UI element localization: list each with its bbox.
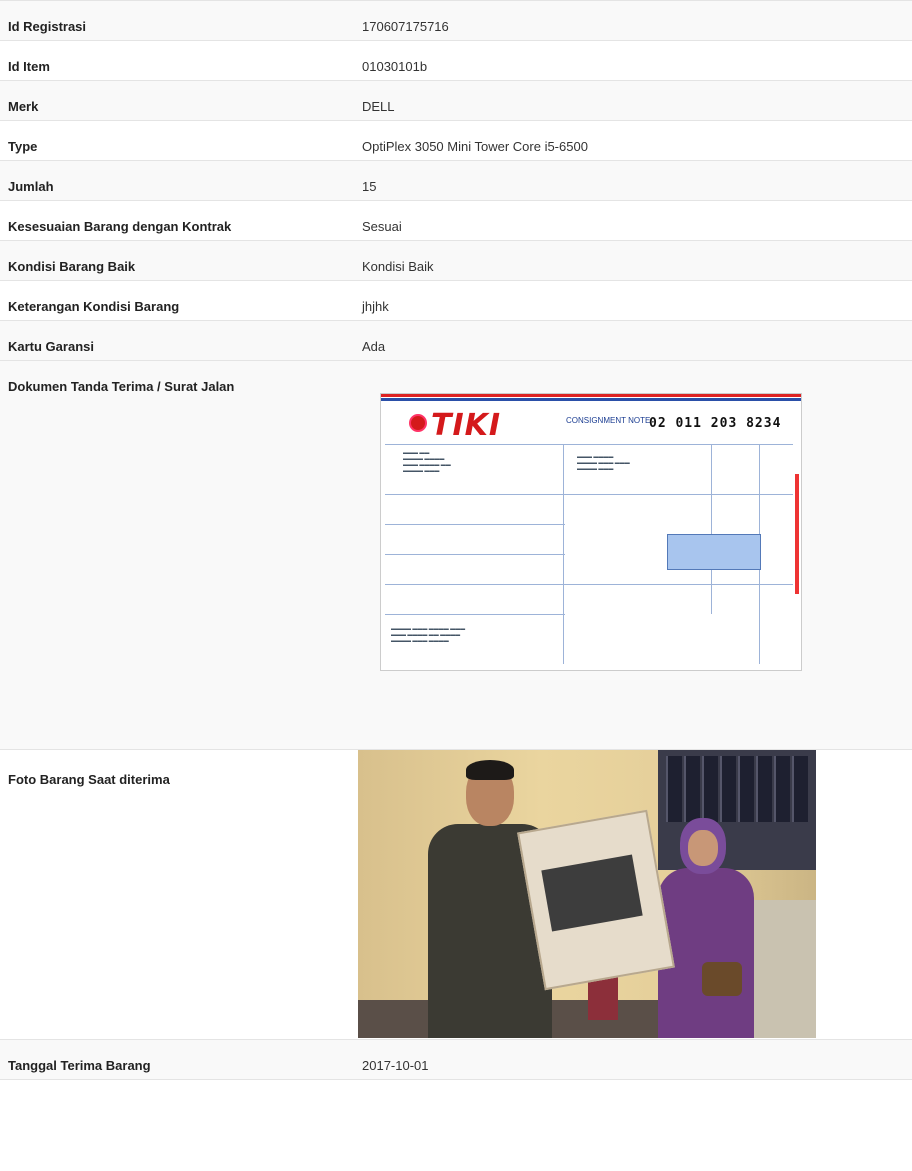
field-label-foto: Foto Barang Saat diterima (0, 749, 354, 1040)
receiver-block: ▬▬▬ ▬▬▬▬ ▬▬▬▬ ▬▬▬ ▬▬▬ ▬▬▬▬ ▬▬▬ (577, 454, 630, 472)
table-row: Dokumen Tanda Terima / Surat Jalan TIKI … (0, 360, 912, 750)
field-label-kondisi: Kondisi Barang Baik (0, 240, 354, 281)
field-label-id-item: Id Item (0, 40, 354, 81)
note-blue-stripe (381, 398, 801, 401)
photo-binder (702, 756, 718, 822)
photo-handbag (702, 962, 742, 996)
field-label-kesesuaian: Kesesuaian Barang dengan Kontrak (0, 200, 354, 241)
table-row: Kondisi Barang Baik Kondisi Baik (0, 240, 912, 281)
field-label-tanggal-terima: Tanggal Terima Barang (0, 1039, 354, 1080)
field-value-kondisi: Kondisi Baik (354, 240, 912, 281)
note-divider (385, 614, 565, 615)
table-row: Foto Barang Saat diterima (0, 749, 912, 1040)
received-goods-photo[interactable] (358, 750, 816, 1038)
table-row: Id Registrasi 170607175716 (0, 0, 912, 41)
photo-person-left-hair (466, 760, 514, 780)
field-label-type: Type (0, 120, 354, 161)
field-value-id-item: 01030101b (354, 40, 912, 81)
field-value-dokumen: TIKI CONSIGNMENT NOTE 02 011 203 8234 ▬▬… (354, 360, 912, 750)
photo-binder (720, 756, 736, 822)
note-divider (385, 584, 793, 585)
field-value-id-registrasi: 170607175716 (354, 0, 912, 41)
note-red-stripe (381, 394, 801, 397)
photo-cabinet (748, 900, 816, 1038)
note-divider (385, 444, 793, 445)
consignment-note-label: CONSIGNMENT NOTE (566, 416, 651, 425)
photo-binder (738, 756, 754, 822)
sender-block: ▬▬▬ ▬▬ ▬▬▬▬ ▬▬▬▬ ▬▬▬ ▬▬▬▬ ▬▬ ▬▬▬▬ ▬▬▬ (403, 450, 451, 474)
note-divider (385, 494, 793, 495)
field-value-foto (354, 749, 912, 1040)
table-row: Kartu Garansi Ada (0, 320, 912, 361)
item-detail-table: Id Registrasi 170607175716 Id Item 01030… (0, 0, 912, 1080)
field-label-id-registrasi: Id Registrasi (0, 0, 354, 41)
terms-block: ▬▬▬▬ ▬▬▬ ▬▬▬▬ ▬▬▬ ▬▬▬ ▬▬▬▬ ▬▬ ▬▬▬▬ ▬▬▬▬ ▬▬… (391, 626, 466, 644)
field-value-type: OptiPlex 3050 Mini Tower Core i5-6500 (354, 120, 912, 161)
table-row: Jumlah 15 (0, 160, 912, 201)
field-value-tanggal-terima: 2017-10-01 (354, 1039, 912, 1080)
field-value-jumlah: 15 (354, 160, 912, 201)
field-value-merk: DELL (354, 80, 912, 121)
consignment-number: 02 011 203 8234 (649, 416, 782, 431)
field-value-kartu-garansi: Ada (354, 320, 912, 361)
tiki-logo: TIKI (409, 408, 501, 443)
field-label-kartu-garansi: Kartu Garansi (0, 320, 354, 361)
table-row: Kesesuaian Barang dengan Kontrak Sesuai (0, 200, 912, 241)
consignment-note-image[interactable]: TIKI CONSIGNMENT NOTE 02 011 203 8234 ▬▬… (380, 393, 802, 671)
photo-binder (774, 756, 790, 822)
table-row: Keterangan Kondisi Barang jhjhk (0, 280, 912, 321)
note-divider (385, 524, 565, 525)
field-label-jumlah: Jumlah (0, 160, 354, 201)
tiki-gear-icon (409, 414, 427, 432)
note-highlight-box (667, 534, 761, 570)
field-label-merk: Merk (0, 80, 354, 121)
table-row: Merk DELL (0, 80, 912, 121)
table-row: Id Item 01030101b (0, 40, 912, 81)
note-divider (563, 444, 564, 664)
photo-binder (792, 756, 808, 822)
photo-binder (666, 756, 682, 822)
table-row: Type OptiPlex 3050 Mini Tower Core i5-65… (0, 120, 912, 161)
table-row: Tanggal Terima Barang 2017-10-01 (0, 1039, 912, 1080)
note-side-stripe (795, 474, 799, 594)
note-divider (711, 444, 712, 614)
field-value-kesesuaian: Sesuai (354, 200, 912, 241)
photo-person-right-face (688, 830, 718, 866)
field-label-keterangan: Keterangan Kondisi Barang (0, 280, 354, 321)
photo-binder (756, 756, 772, 822)
note-divider (385, 554, 565, 555)
photo-binder (684, 756, 700, 822)
field-label-dokumen: Dokumen Tanda Terima / Surat Jalan (0, 360, 354, 750)
field-value-keterangan: jhjhk (354, 280, 912, 321)
